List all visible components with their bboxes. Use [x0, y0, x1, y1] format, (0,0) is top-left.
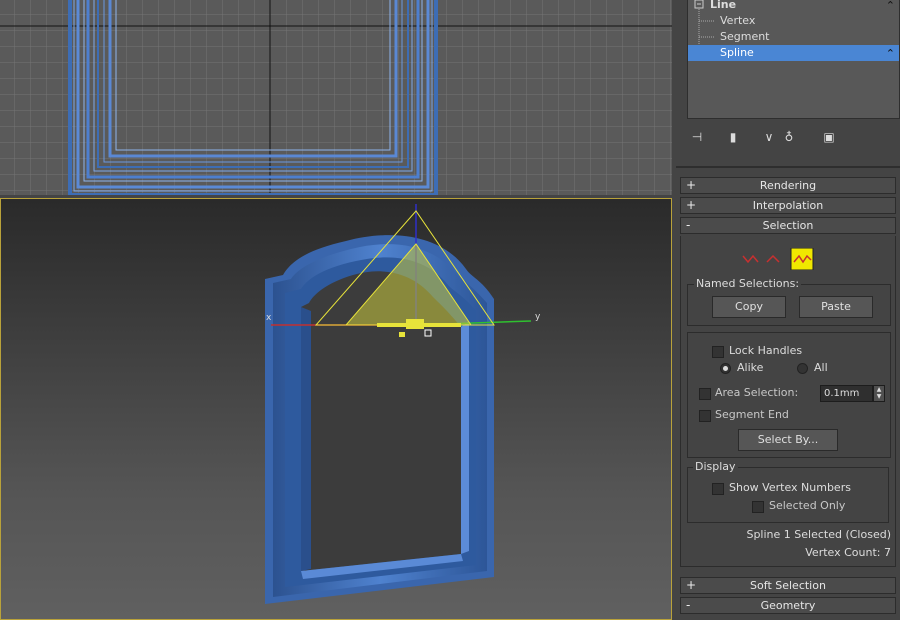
make-unique-icon[interactable]: ∨ [760, 128, 778, 146]
stack-item-segment[interactable]: Segment [688, 29, 899, 45]
display-group: Display Show Vertex Numbers Selected Onl… [687, 460, 889, 523]
rollout-selection[interactable]: - Selection [680, 217, 896, 234]
rollout-title: Soft Selection [750, 579, 826, 592]
copy-button[interactable]: Copy [712, 296, 786, 318]
group-title: Display [693, 460, 738, 473]
spline-level-icon[interactable] [790, 247, 814, 271]
spinner-arrows-icon[interactable]: ▲ ▼ [873, 385, 885, 402]
expand-icon: + [686, 198, 697, 212]
rollout-interpolation[interactable]: + Interpolation [680, 197, 896, 214]
show-end-result-icon[interactable]: ▮ [724, 128, 742, 146]
show-vertex-numbers-label: Show Vertex Numbers [729, 481, 851, 494]
lock-handles-checkbox[interactable] [712, 346, 724, 358]
stack-item-vertex[interactable]: Vertex [688, 13, 899, 29]
rollout-rendering[interactable]: + Rendering [680, 177, 896, 194]
area-selection-input[interactable]: 0.1mm [820, 385, 873, 402]
rollout-title: Interpolation [752, 199, 824, 212]
stack-item-line[interactable]: Line ⌃ [688, 0, 899, 13]
rollout-soft-selection[interactable]: + Soft Selection [680, 577, 896, 594]
stack-item-label: Line [710, 0, 737, 11]
subobject-level-buttons [741, 247, 814, 271]
alike-radio[interactable] [720, 363, 731, 374]
stack-toolbar: ⊣ ▮ ∨ ♁ ▣ [688, 128, 893, 148]
select-by-button[interactable]: Select By... [738, 429, 838, 451]
selection-options-group: Lock Handles Alike All Area Selection: 0… [687, 332, 891, 458]
stack-item-label: Segment [720, 30, 770, 43]
stack-item-spline[interactable]: Spline ⌃ [688, 45, 899, 61]
selection-status-text: Spline 1 Selected (Closed) [746, 528, 891, 541]
vertex-count-text: Vertex Count: 7 [805, 546, 891, 559]
collapse-icon: - [686, 218, 691, 232]
light-bulb-icon[interactable]: ⌃ [886, 46, 895, 62]
x-axis-label: x [266, 313, 272, 323]
perspective-viewport[interactable]: x y [0, 198, 672, 620]
modifier-stack-list[interactable]: Line ⌃ Vertex Segment Spline ⌃ [687, 0, 900, 119]
named-selections-group: Named Selections: Copy Paste [687, 277, 891, 326]
top-viewport-grid [0, 0, 672, 195]
area-selection-checkbox[interactable] [699, 388, 711, 400]
show-vertex-numbers-checkbox[interactable] [712, 483, 724, 495]
vertex-level-icon[interactable] [742, 254, 759, 264]
y-axis-label: y [535, 312, 541, 322]
configure-modifier-sets-icon[interactable]: ▣ [820, 128, 838, 146]
selected-only-checkbox[interactable] [752, 501, 764, 513]
selected-only-label: Selected Only [769, 499, 846, 512]
stack-item-label: Vertex [720, 14, 756, 27]
command-panel: Line ⌃ Vertex Segment Spline ⌃ ⊣ ▮ ∨ ♁ ▣… [676, 0, 900, 620]
remove-modifier-icon[interactable]: ♁ [780, 128, 798, 146]
segment-end-checkbox[interactable] [699, 410, 711, 422]
pin-stack-icon[interactable]: ⊣ [688, 128, 706, 146]
segment-end-label: Segment End [715, 408, 789, 421]
all-label: All [814, 361, 828, 374]
rollout-geometry[interactable]: - Geometry [680, 597, 896, 614]
stack-item-label: Spline [720, 46, 754, 59]
rollout-title: Selection [762, 219, 814, 232]
alike-label: Alike [737, 361, 764, 374]
collapse-icon: - [686, 598, 691, 612]
perspective-scene: x y [265, 204, 541, 604]
rollout-title: Geometry [760, 599, 816, 612]
area-selection-label: Area Selection: [715, 386, 799, 399]
rollout-title: Rendering [759, 179, 817, 192]
all-radio[interactable] [797, 363, 808, 374]
paste-button[interactable]: Paste [799, 296, 873, 318]
segment-level-icon[interactable] [766, 254, 780, 263]
expand-icon: + [686, 178, 697, 192]
top-viewport[interactable] [0, 0, 672, 195]
light-bulb-icon[interactable]: ⌃ [886, 0, 895, 14]
selection-rollout-body: Named Selections: Copy Paste Lock Handle… [680, 236, 896, 567]
panel-divider [676, 166, 900, 168]
group-title: Named Selections: [694, 277, 802, 290]
expand-icon: + [686, 578, 697, 592]
lock-handles-label: Lock Handles [729, 344, 803, 357]
